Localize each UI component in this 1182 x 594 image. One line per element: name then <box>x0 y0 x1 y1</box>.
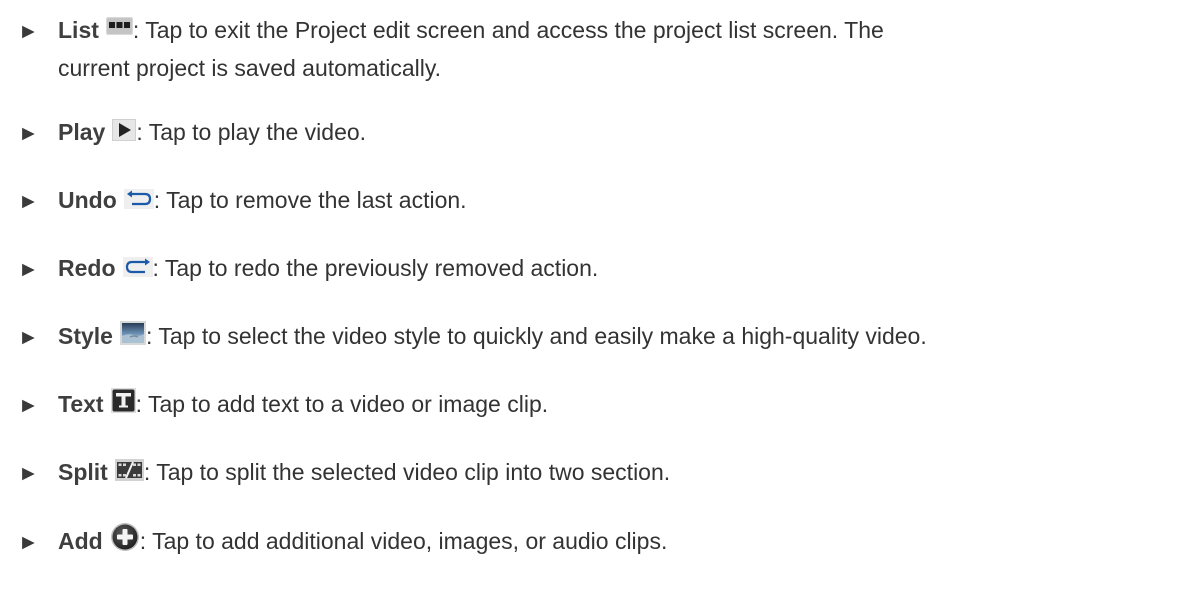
item-description: : Tap to exit the Project edit screen an… <box>132 17 884 43</box>
list-item-play: ► Play : Tap to play the video. <box>18 114 1178 152</box>
item-description: : Tap to redo the previously removed act… <box>152 255 599 281</box>
bullet: ► <box>18 462 39 485</box>
term-label: Text <box>58 391 104 417</box>
list-icon <box>105 17 133 35</box>
add-icon <box>110 522 140 552</box>
list-item-redo: ► Redo : Tap to redo the previously remov… <box>18 250 1178 288</box>
list-item-text: ► Text : Tap to add text to a video or im… <box>18 386 1178 424</box>
item-description: : Tap to play the video. <box>136 119 367 145</box>
item-description: : Tap to select the video style to quick… <box>145 323 927 349</box>
style-icon <box>119 321 146 345</box>
term-label: List <box>58 17 99 43</box>
item-description: : Tap to split the selected video clip i… <box>143 459 671 485</box>
term-label: Split <box>58 459 108 485</box>
bullet: ► <box>18 20 39 43</box>
term-label: Play <box>58 119 106 145</box>
term-label: Style <box>58 323 113 349</box>
list-item-style: ► Style : Tap to select the video style t… <box>18 318 1178 356</box>
term-label: Undo <box>58 187 117 213</box>
bullet: ► <box>18 190 39 213</box>
split-icon <box>114 459 144 481</box>
play-icon <box>112 119 137 141</box>
item-description-continued: current project is saved automatically. <box>58 55 442 81</box>
bullet: ► <box>18 122 39 145</box>
term-label: Add <box>58 528 103 554</box>
list-item-list: ► List : Tap to exit the Project edit scr… <box>18 12 1178 87</box>
bullet: ► <box>18 394 39 417</box>
bullet: ► <box>18 326 39 349</box>
bullet: ► <box>18 531 39 554</box>
redo-icon <box>122 257 153 277</box>
bullet: ► <box>18 258 39 281</box>
item-description: : Tap to add text to a video or image cl… <box>135 391 549 417</box>
list-item-undo: ► Undo : Tap to remove the last action. <box>18 182 1178 220</box>
item-description: : Tap to remove the last action. <box>153 187 467 213</box>
list-item-split: ► Split : Tap to split the selected video… <box>18 454 1178 492</box>
undo-icon <box>123 189 154 209</box>
term-label: Redo <box>58 255 116 281</box>
text-icon <box>110 388 136 413</box>
list-item-add: ► Add : Tap to add additional video, imag… <box>18 522 1178 561</box>
item-description: : Tap to add additional video, images, o… <box>139 528 668 554</box>
